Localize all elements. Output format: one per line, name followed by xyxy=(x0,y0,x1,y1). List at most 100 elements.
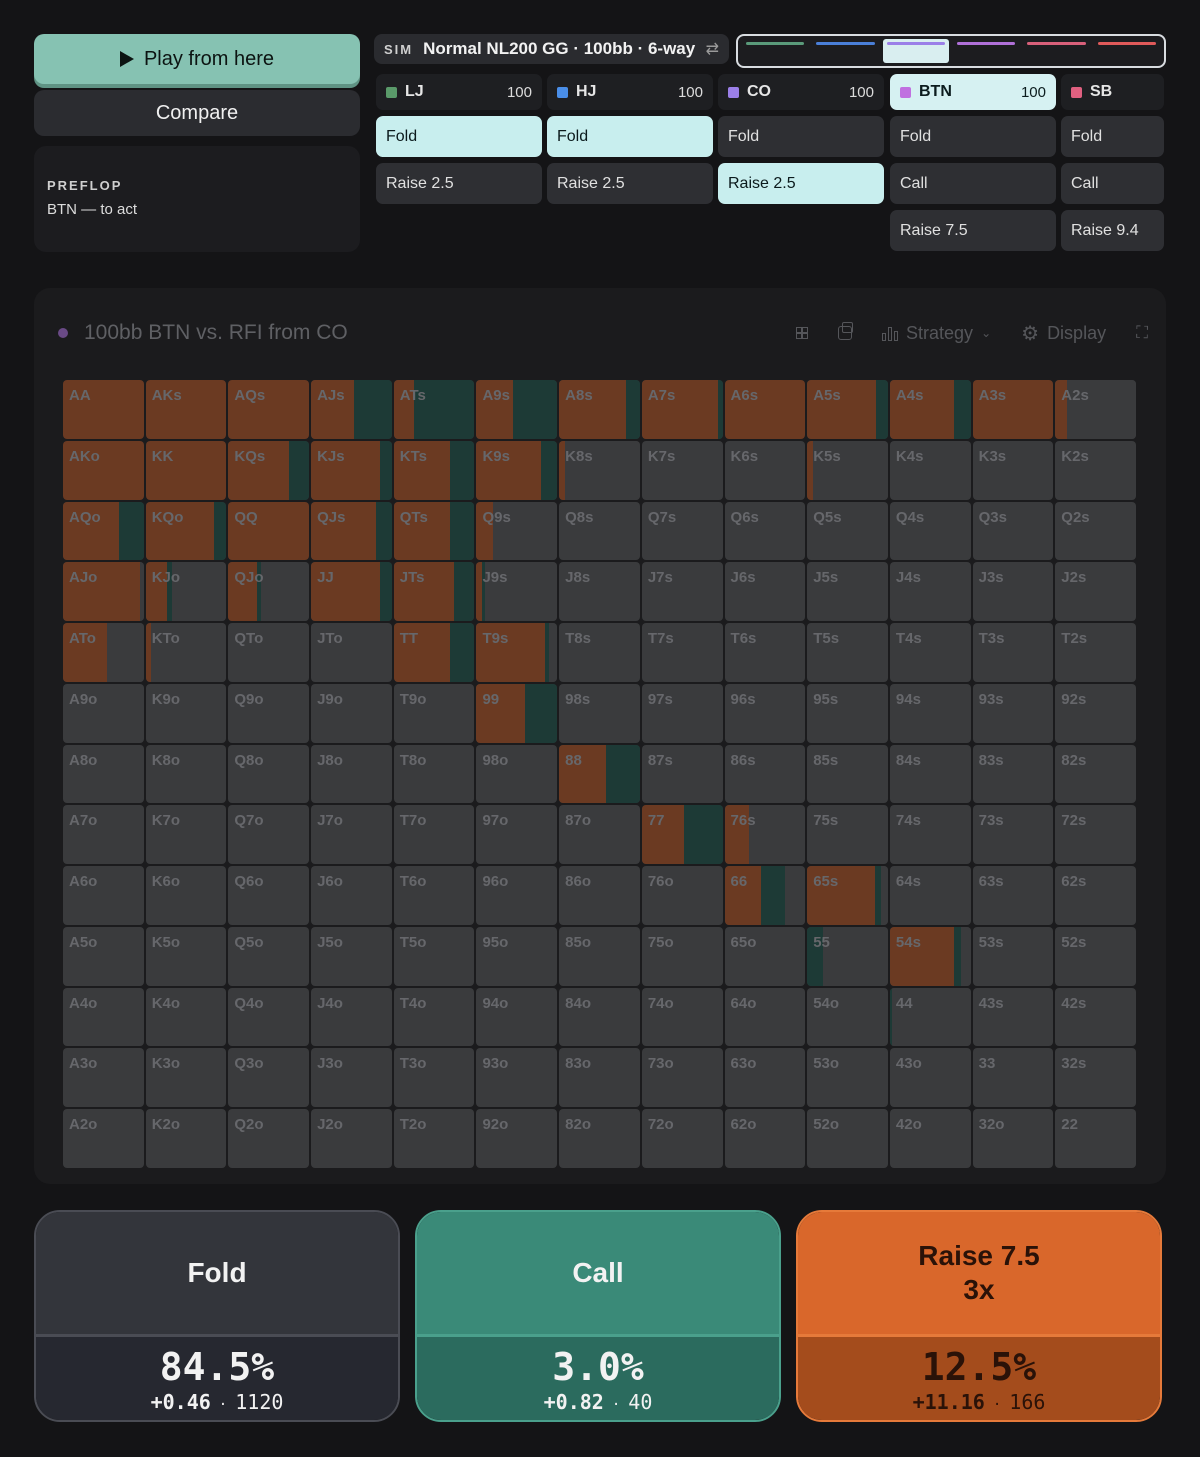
strategy-dropdown[interactable]: Strategy ⌄ xyxy=(882,323,991,344)
hand-cell[interactable]: Q7o xyxy=(228,805,310,865)
hand-cell[interactable]: AJo xyxy=(63,562,144,622)
hand-cell[interactable]: 88 xyxy=(559,744,640,804)
hand-cell[interactable]: 42s xyxy=(1055,987,1136,1047)
hand-cell[interactable]: KK xyxy=(145,440,227,500)
hand-cell[interactable]: QTo xyxy=(228,623,310,682)
hand-cell[interactable]: A4s xyxy=(889,380,971,439)
hand-cell[interactable]: 86s xyxy=(724,744,806,804)
compare-button[interactable]: Compare xyxy=(34,90,360,136)
hand-cell[interactable]: A9o xyxy=(63,683,144,743)
hand-cell[interactable]: K7s xyxy=(641,440,723,500)
player-header[interactable]: CO 100 xyxy=(718,74,884,110)
position-tab[interactable] xyxy=(953,39,1019,63)
hand-cell[interactable]: Q6o xyxy=(228,866,310,925)
hand-cell[interactable]: Q3o xyxy=(228,1048,310,1108)
player-header[interactable]: HJ 100 xyxy=(547,74,713,110)
hand-cell[interactable]: T9s xyxy=(476,623,558,682)
hand-cell[interactable]: A8o xyxy=(63,744,144,804)
hand-cell[interactable]: A5o xyxy=(63,926,144,986)
hand-cell[interactable]: JTs xyxy=(393,562,475,622)
hand-cell[interactable]: KTs xyxy=(393,440,475,500)
hand-cell[interactable]: T8s xyxy=(559,623,640,682)
hand-cell[interactable]: 82s xyxy=(1055,744,1136,804)
hand-cell[interactable]: 92s xyxy=(1055,683,1136,743)
action-option[interactable]: Raise 2.5 xyxy=(376,163,542,204)
hand-cell[interactable]: KJo xyxy=(145,562,227,622)
hand-cell[interactable]: K3s xyxy=(972,440,1054,500)
copy-icon[interactable] xyxy=(838,322,854,340)
hand-cell[interactable]: J3o xyxy=(311,1048,392,1108)
hand-cell[interactable]: T7o xyxy=(393,805,475,865)
hand-cell[interactable]: 72o xyxy=(641,1109,723,1168)
hand-cell[interactable]: 62o xyxy=(724,1109,806,1168)
hand-cell[interactable]: K5o xyxy=(145,926,227,986)
action-option[interactable]: Fold xyxy=(547,116,713,157)
hand-cell[interactable]: 74o xyxy=(641,987,723,1047)
hand-cell[interactable]: A5s xyxy=(807,380,888,439)
expand-icon[interactable]: ⛶ xyxy=(1136,323,1148,343)
hand-cell[interactable]: K7o xyxy=(145,805,227,865)
hand-cell[interactable]: 54o xyxy=(807,987,888,1047)
hand-cell[interactable]: A3o xyxy=(63,1048,144,1108)
hand-cell[interactable]: KTo xyxy=(145,623,227,682)
hand-cell[interactable]: QJo xyxy=(228,562,310,622)
action-option[interactable]: Fold xyxy=(376,116,542,157)
hand-cell[interactable]: Q9s xyxy=(476,501,558,561)
hand-cell[interactable]: Q3s xyxy=(972,501,1054,561)
grid-view-icon[interactable] xyxy=(796,327,809,339)
hand-cell[interactable]: K6s xyxy=(724,440,806,500)
hand-cell[interactable]: T3o xyxy=(393,1048,475,1108)
hand-cell[interactable]: J4s xyxy=(889,562,971,622)
hand-cell[interactable]: 84s xyxy=(889,744,971,804)
hand-cell[interactable]: JJ xyxy=(311,562,392,622)
hand-cell[interactable]: Q8o xyxy=(228,744,310,804)
hand-cell[interactable]: T9o xyxy=(393,683,475,743)
hand-cell[interactable]: 62s xyxy=(1055,866,1136,925)
hand-cell[interactable]: KJs xyxy=(311,440,392,500)
hand-cell[interactable]: JTo xyxy=(311,623,392,682)
hand-cell[interactable]: K2s xyxy=(1055,440,1136,500)
hand-cell[interactable]: K8s xyxy=(559,440,640,500)
action-option[interactable]: Call xyxy=(1061,163,1164,204)
hand-cell[interactable]: 77 xyxy=(641,805,723,865)
hand-cell[interactable]: 73s xyxy=(972,805,1054,865)
summary-card-call[interactable]: Call 3.0% +0.82 · 40 xyxy=(415,1210,781,1422)
hand-cell[interactable]: 52s xyxy=(1055,926,1136,986)
hand-cell[interactable]: Q5o xyxy=(228,926,310,986)
hand-cell[interactable]: 72s xyxy=(1055,805,1136,865)
hand-cell[interactable]: J8o xyxy=(311,744,392,804)
hand-cell[interactable]: 87o xyxy=(559,805,640,865)
hand-cell[interactable]: J5s xyxy=(807,562,888,622)
hand-cell[interactable]: 95s xyxy=(807,683,888,743)
hand-cell[interactable]: Q6s xyxy=(724,501,806,561)
hand-cell[interactable]: 64s xyxy=(889,866,971,925)
hand-cell[interactable]: A3s xyxy=(972,380,1054,439)
hand-cell[interactable]: 82o xyxy=(559,1109,640,1168)
hand-cell[interactable]: Q8s xyxy=(559,501,640,561)
position-tab[interactable] xyxy=(812,39,878,63)
hand-cell[interactable]: K8o xyxy=(145,744,227,804)
hand-cell[interactable]: T8o xyxy=(393,744,475,804)
hand-cell[interactable]: ATs xyxy=(393,380,475,439)
position-tab[interactable] xyxy=(882,39,949,63)
swap-icon[interactable]: ⇄ xyxy=(706,39,719,59)
action-option[interactable]: Raise 9.4 xyxy=(1061,210,1164,251)
action-option[interactable]: Raise 7.5 xyxy=(890,210,1056,251)
hand-cell[interactable]: J5o xyxy=(311,926,392,986)
hand-cell[interactable]: 87s xyxy=(641,744,723,804)
hand-cell[interactable]: J3s xyxy=(972,562,1054,622)
player-header[interactable]: BTN 100 xyxy=(890,74,1056,110)
summary-card-raise[interactable]: Raise 7.5 3x 12.5% +11.16 · 166 xyxy=(796,1210,1162,1422)
hand-cell[interactable]: J2s xyxy=(1055,562,1136,622)
hand-cell[interactable]: 64o xyxy=(724,987,806,1047)
hand-cell[interactable]: 85s xyxy=(807,744,888,804)
hand-cell[interactable]: J9s xyxy=(476,562,558,622)
hand-cell[interactable]: J7s xyxy=(641,562,723,622)
hand-cell[interactable]: 32s xyxy=(1055,1048,1136,1108)
hand-cell[interactable]: 74s xyxy=(889,805,971,865)
hand-cell[interactable]: 85o xyxy=(559,926,640,986)
hand-cell[interactable]: 65s xyxy=(807,866,888,925)
hand-cell[interactable]: J4o xyxy=(311,987,392,1047)
hand-cell[interactable]: T3s xyxy=(972,623,1054,682)
player-header[interactable]: LJ 100 xyxy=(376,74,542,110)
